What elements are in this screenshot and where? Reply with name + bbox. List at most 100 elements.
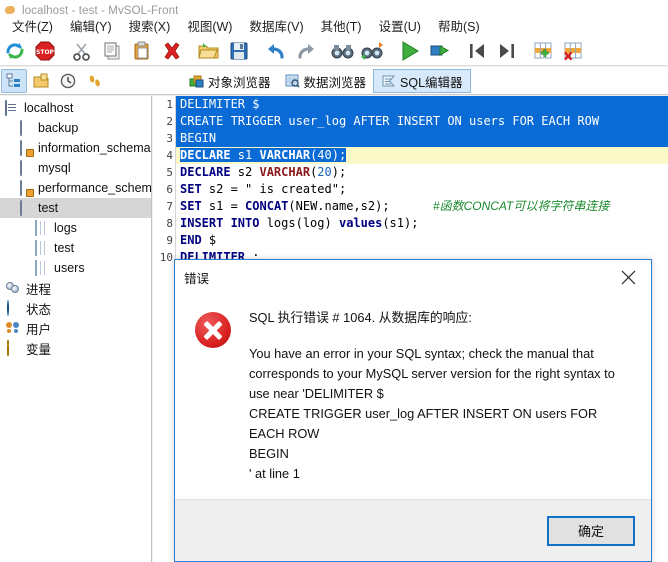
tab-object-browser[interactable]: 对象浏览器 bbox=[182, 69, 278, 93]
menu-settings[interactable]: 设置(U) bbox=[371, 14, 430, 37]
sidebar-item-variables[interactable]: 变量 bbox=[0, 338, 151, 358]
sidebar-item-label: users bbox=[54, 261, 85, 275]
dialog-text: SQL 执行错误 # 1064. 从数据库的响应: You have an er… bbox=[249, 308, 631, 499]
refresh-icon[interactable] bbox=[0, 37, 30, 65]
line-text: INSERT INTO logs(log) values(s1); bbox=[180, 216, 419, 230]
sidebar-item-label: test bbox=[38, 201, 59, 215]
code-line[interactable]: 4 DECLARE s1 VARCHAR(40); bbox=[153, 147, 668, 164]
code-line[interactable]: 5 DECLARE s2 VARCHAR(20); bbox=[153, 164, 668, 181]
objects-browser-icon bbox=[189, 74, 204, 88]
database-icon bbox=[18, 159, 33, 176]
titlebar: localhost - test - MySQL-Front bbox=[0, 0, 668, 14]
menu-other[interactable]: 其他(T) bbox=[313, 14, 371, 37]
find-icon[interactable] bbox=[328, 37, 358, 65]
footsteps-icon[interactable] bbox=[82, 69, 108, 93]
sidebar-item-performance-schema[interactable]: performance_schema bbox=[0, 178, 151, 198]
history-icon[interactable] bbox=[55, 69, 81, 93]
mysql-front-window: localhost - test - MySQL-Front 文件(Z) 编辑(… bbox=[0, 0, 668, 562]
code-line[interactable]: 8 INSERT INTO logs(log) values(s1); bbox=[153, 215, 668, 232]
line-number: 5 bbox=[166, 166, 173, 179]
first-record-icon[interactable] bbox=[462, 37, 492, 65]
code-line[interactable]: 1 DELIMITER $ bbox=[153, 96, 668, 113]
sidebar-item-information-schema[interactable]: information_schema bbox=[0, 138, 151, 158]
error-dialog: 错误 SQL 执行错误 # 1064. 从数据库的响应: You have an… bbox=[174, 259, 652, 562]
redo-icon[interactable] bbox=[291, 37, 321, 65]
copy-icon[interactable] bbox=[97, 37, 127, 65]
save-icon[interactable] bbox=[224, 37, 254, 65]
add-row-icon[interactable] bbox=[529, 37, 559, 65]
sidebar-item-label: mysql bbox=[38, 161, 71, 175]
dialog-message: You have an error in your SQL syntax; ch… bbox=[249, 346, 615, 481]
code-line[interactable]: 7 SET s1 = CONCAT(NEW.name,s2); #函数CONCA… bbox=[153, 198, 668, 215]
line-number: 6 bbox=[166, 183, 173, 196]
delete-icon[interactable] bbox=[157, 37, 187, 65]
sidebar-item-label: information_schema bbox=[38, 141, 151, 155]
paste-icon[interactable] bbox=[127, 37, 157, 65]
dialog-footer: 确定 bbox=[175, 499, 651, 561]
tab-data-browser[interactable]: 数据浏览器 bbox=[278, 69, 374, 93]
menu-search[interactable]: 搜索(X) bbox=[121, 14, 180, 37]
sidebar-item-backup[interactable]: backup bbox=[0, 118, 151, 138]
tab-data-browser-label: 数据浏览器 bbox=[303, 75, 367, 90]
delete-row-icon[interactable] bbox=[559, 37, 589, 65]
line-text: END $ bbox=[180, 233, 217, 247]
last-record-icon[interactable] bbox=[492, 37, 522, 65]
table-icon bbox=[34, 219, 49, 236]
object-tree-sidebar[interactable]: localhost backup information_schema mysq… bbox=[0, 96, 152, 562]
menu-edit[interactable]: 编辑(Y) bbox=[62, 14, 121, 37]
sidebar-item-label: localhost bbox=[24, 101, 74, 115]
sidebar-item-logs[interactable]: logs bbox=[0, 218, 151, 238]
run-step-icon[interactable] bbox=[425, 37, 455, 65]
menu-view[interactable]: 视图(W) bbox=[179, 14, 241, 37]
server-icon bbox=[4, 99, 19, 116]
menubar: 文件(Z) 编辑(Y) 搜索(X) 视图(W) 数据库(V) 其他(T) 设置(… bbox=[0, 14, 668, 36]
sidebar-item-test-table[interactable]: test bbox=[0, 238, 151, 258]
code-line[interactable]: 6 SET s2 = " is created"; bbox=[153, 181, 668, 198]
menu-database[interactable]: 数据库(V) bbox=[241, 14, 312, 37]
sidebar-item-label: test bbox=[54, 241, 75, 255]
sidebar-item-mysql[interactable]: mysql bbox=[0, 158, 151, 178]
run-icon[interactable] bbox=[395, 37, 425, 65]
line-text: DECLARE s1 VARCHAR(40); bbox=[176, 147, 668, 164]
table-icon bbox=[34, 259, 49, 276]
line-text: SET s2 = " is created"; bbox=[180, 182, 347, 196]
code-line[interactable]: 9 END $ bbox=[153, 232, 668, 249]
line-number: 3 bbox=[166, 132, 173, 145]
close-icon[interactable] bbox=[607, 262, 649, 292]
stop-icon[interactable]: STOP bbox=[30, 37, 60, 65]
sidebar-item-users-admin[interactable]: 用户 bbox=[0, 318, 151, 338]
find-replace-icon[interactable] bbox=[358, 37, 388, 65]
undo-icon[interactable] bbox=[261, 37, 291, 65]
line-text: SET s1 = CONCAT(NEW.name,s2); #函数CONCAT可… bbox=[180, 199, 610, 213]
menu-help[interactable]: 帮助(S) bbox=[430, 14, 489, 37]
sidebar-item-label: 用户 bbox=[26, 322, 52, 337]
sidebar-item-status[interactable]: 状态 bbox=[0, 298, 151, 318]
sidebar-item-localhost[interactable]: localhost bbox=[0, 98, 151, 118]
objects-icon[interactable] bbox=[28, 69, 54, 93]
open-folder-icon[interactable] bbox=[194, 37, 224, 65]
sql-editor-icon bbox=[381, 74, 396, 88]
main-toolbar: STOP bbox=[0, 36, 668, 66]
sidebar-item-processes[interactable]: 进程 bbox=[0, 278, 151, 298]
sidebar-item-label: performance_schema bbox=[38, 181, 152, 195]
tree-view-icon[interactable] bbox=[1, 68, 27, 93]
code-line[interactable]: 2 CREATE TRIGGER user_log AFTER INSERT O… bbox=[153, 113, 668, 130]
table-icon bbox=[34, 239, 49, 256]
tab-object-browser-label: 对象浏览器 bbox=[208, 75, 271, 90]
line-number: 10 bbox=[159, 251, 173, 264]
line-number: 8 bbox=[166, 217, 173, 230]
sidebar-item-users[interactable]: users bbox=[0, 258, 151, 278]
cut-icon[interactable] bbox=[67, 37, 97, 65]
ok-button[interactable]: 确定 bbox=[547, 515, 635, 546]
mysql-dolphin-icon bbox=[4, 3, 17, 14]
process-icon bbox=[6, 281, 21, 296]
tab-sql-editor[interactable]: SQL编辑器 bbox=[373, 69, 471, 93]
line-number: 9 bbox=[166, 234, 173, 247]
sidebar-item-test[interactable]: test bbox=[0, 198, 151, 218]
line-text: BEGIN bbox=[176, 130, 668, 147]
tab-sql-editor-label: SQL编辑器 bbox=[400, 75, 463, 90]
code-line[interactable]: 3 BEGIN bbox=[153, 130, 668, 147]
line-number: 2 bbox=[166, 115, 173, 128]
sidebar-item-label: 进程 bbox=[26, 282, 52, 297]
menu-file[interactable]: 文件(Z) bbox=[4, 14, 62, 37]
